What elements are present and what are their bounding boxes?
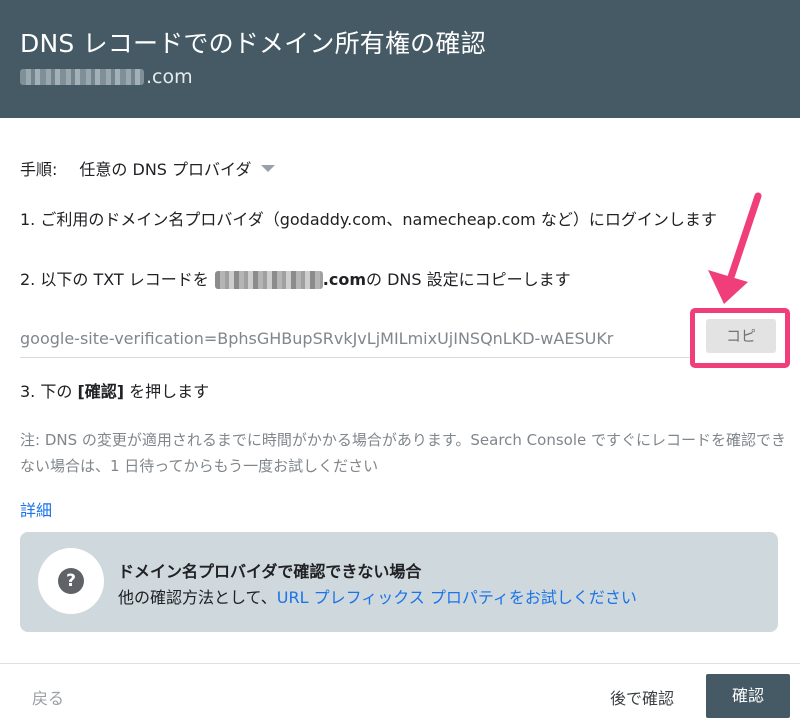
txt-record-value: google-site-verification=BphsGHBupSRvkJv… xyxy=(20,329,614,348)
method-select[interactable]: 任意の DNS プロバイダ xyxy=(79,156,251,180)
step-3-text: 3. 下の [確認] を押します xyxy=(20,379,209,405)
method-select-value: 任意の DNS プロバイダ xyxy=(79,160,252,179)
url-prefix-link[interactable]: URL プレフィックス プロパティをお試しください xyxy=(277,588,637,607)
dialog-title: DNS レコードでのドメイン所有権の確認 xyxy=(20,29,486,58)
arrow-annotation xyxy=(708,192,762,304)
verify-later-button[interactable]: 後で確認 xyxy=(610,685,674,709)
question-mark-icon: ? xyxy=(58,568,84,594)
arrow-shaft xyxy=(726,192,762,284)
caret-down-icon[interactable] xyxy=(261,164,276,172)
card-description-prefix: 他の確認方法として、 xyxy=(118,588,277,607)
info-icon-circle: ? xyxy=(38,548,104,614)
txt-record-field[interactable]: google-site-verification=BphsGHBupSRvkJv… xyxy=(20,322,690,358)
step-2-prefix: 2. 以下の TXT レコードを xyxy=(20,270,209,289)
redacted-domain-name xyxy=(214,271,323,289)
details-link[interactable]: 詳細 xyxy=(20,497,52,521)
dialog-header: DNS レコードでのドメイン所有権の確認 .com xyxy=(0,0,800,118)
back-button[interactable]: 戻る xyxy=(32,685,64,709)
step-2-domain-suffix: .com xyxy=(322,270,366,289)
confirm-button[interactable]: 確認 xyxy=(706,674,790,718)
step-3-prefix: 3. 下の xyxy=(20,382,78,401)
step-3-bold: [確認] xyxy=(77,382,125,401)
copy-button[interactable]: コピ xyxy=(706,319,776,353)
card-description: 他の確認方法として、URL プレフィックス プロパティをお試しください xyxy=(118,584,637,608)
domain-suffix: .com xyxy=(146,66,193,88)
alternative-method-card: ? ドメイン名プロバイダで確認できない場合 他の確認方法として、URL プレフィ… xyxy=(20,532,778,632)
property-domain: .com xyxy=(20,64,193,90)
redacted-domain-name xyxy=(20,69,144,85)
step-1-text: 1. ご利用のドメイン名プロバイダ（godaddy.com、namecheap.… xyxy=(20,210,717,229)
footer-divider xyxy=(0,663,800,664)
step-3-suffix: を押します xyxy=(124,382,210,401)
method-row: 手順: 任意の DNS プロバイダ xyxy=(20,156,276,180)
card-heading: ドメイン名プロバイダで確認できない場合 xyxy=(118,562,422,581)
step-2-suffix: の DNS 設定にコピーします xyxy=(366,270,571,289)
method-label: 手順: xyxy=(20,160,58,179)
step-2-text: 2. 以下の TXT レコードを .com の DNS 設定にコピーします xyxy=(20,267,571,293)
dns-propagation-note: 注: DNS の変更が適用されるまでに時間がかかる場合があります。Search … xyxy=(20,431,787,475)
